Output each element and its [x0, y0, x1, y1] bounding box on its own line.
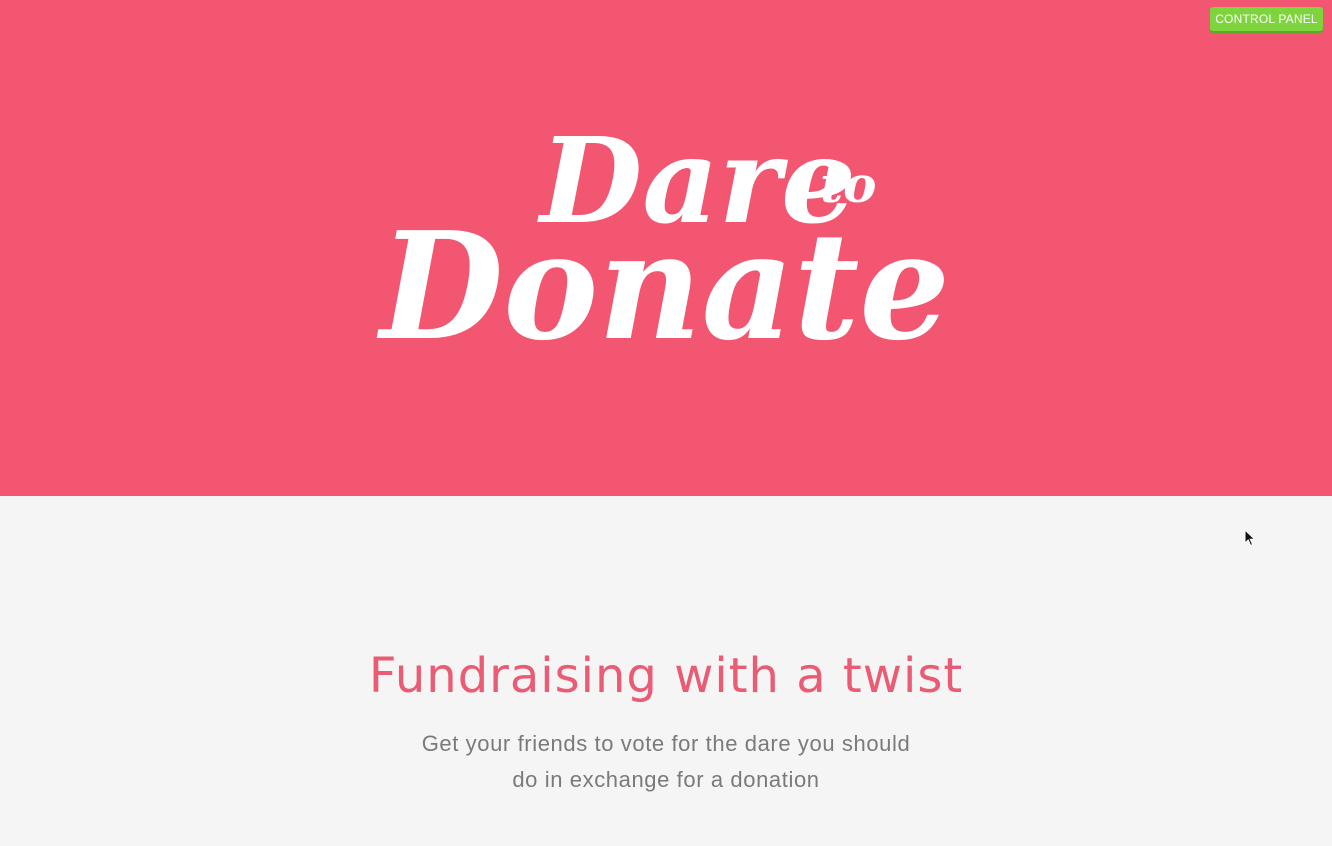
- dare-to-donate-logo: Dare to Donate: [376, 110, 960, 373]
- intro-description-line-1: Get your friends to vote for the dare yo…: [421, 731, 911, 756]
- control-panel-button[interactable]: CONTROL PANEL: [1210, 7, 1323, 31]
- logo-word-donate: Donate: [376, 199, 950, 373]
- hero-banner: CONTROL PANEL Dare to Donate: [0, 0, 1332, 496]
- intro-section: Fundraising with a twist Get your friend…: [0, 496, 1332, 846]
- mouse-pointer-icon: [1244, 529, 1256, 547]
- page-headline: Fundraising with a twist: [368, 648, 964, 704]
- logo-graphic: Dare to Donate: [376, 111, 950, 373]
- intro-description-line-2: do in exchange for a donation: [512, 767, 820, 792]
- intro-description: Get your friends to vote for the dare yo…: [400, 726, 932, 798]
